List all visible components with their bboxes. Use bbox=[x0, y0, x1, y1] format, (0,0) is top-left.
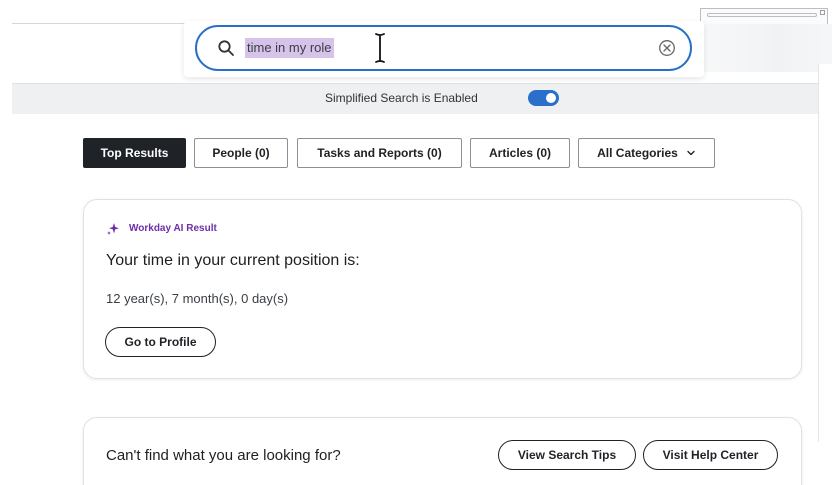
toggle-knob bbox=[546, 93, 556, 103]
clear-icon[interactable] bbox=[658, 39, 676, 57]
all-categories-label: All Categories bbox=[597, 146, 678, 160]
visit-help-center-button[interactable]: Visit Help Center bbox=[643, 440, 778, 470]
ai-result-value: 12 year(s), 7 month(s), 0 day(s) bbox=[106, 291, 289, 306]
search-query[interactable]: time in my role bbox=[245, 38, 334, 58]
background-window-bar bbox=[707, 13, 817, 17]
tab-articles[interactable]: Articles (0) bbox=[470, 138, 570, 168]
go-to-profile-button[interactable]: Go to Profile bbox=[105, 327, 216, 357]
header-right-area bbox=[700, 24, 832, 72]
chevron-down-icon bbox=[687, 150, 695, 156]
simplified-search-label: Simplified Search is Enabled bbox=[325, 91, 478, 105]
help-prompt: Can't find what you are looking for? bbox=[106, 447, 341, 464]
text-cursor-icon bbox=[375, 33, 385, 63]
tab-top-results[interactable]: Top Results bbox=[83, 138, 186, 168]
view-search-tips-button[interactable]: View Search Tips bbox=[498, 440, 636, 470]
left-gutter bbox=[0, 24, 12, 485]
background-window-control bbox=[820, 10, 825, 15]
simplified-search-toggle[interactable] bbox=[528, 90, 559, 106]
sparkle-icon bbox=[107, 223, 119, 235]
search-input[interactable]: time in my role bbox=[195, 25, 692, 71]
tab-people[interactable]: People (0) bbox=[194, 138, 288, 168]
scrollbar-track[interactable] bbox=[818, 64, 832, 442]
tab-tasks-and-reports[interactable]: Tasks and Reports (0) bbox=[297, 138, 462, 168]
ai-result-badge: Workday AI Result bbox=[129, 223, 217, 234]
ai-result-heading: Your time in your current position is: bbox=[106, 252, 360, 269]
all-categories-dropdown[interactable]: All Categories bbox=[578, 138, 715, 168]
search-icon bbox=[218, 40, 234, 56]
